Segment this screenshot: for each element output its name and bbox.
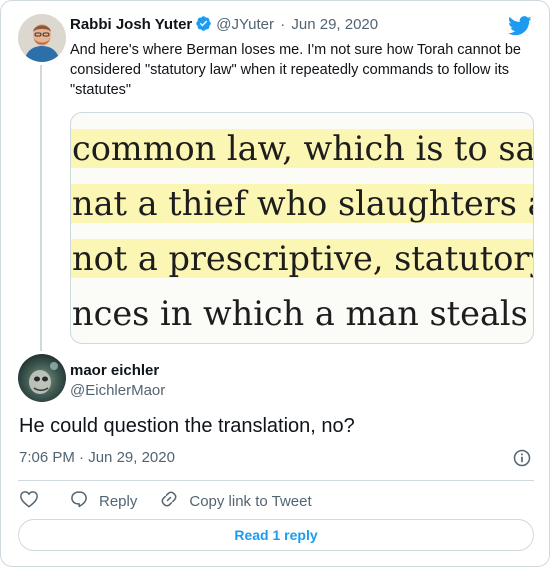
header-separator: ·	[280, 16, 286, 33]
image-text-line: nat a thief who slaughters a	[71, 184, 534, 223]
tweet-actions-bar: Reply Copy link to Tweet	[19, 489, 312, 513]
reply-date: Jun 29, 2020	[88, 449, 175, 466]
copy-link-label: Copy link to Tweet	[189, 492, 312, 510]
like-button[interactable]	[19, 489, 39, 513]
reply-tweet-text: He could question the translation, no?	[19, 415, 355, 437]
quoted-tweet-text: And here's where Berman loses me. I'm no…	[70, 42, 521, 98]
info-icon[interactable]	[512, 448, 532, 473]
image-text-line: nces in which a man steals a	[72, 294, 534, 333]
reply-author-name[interactable]: maor eichler	[70, 362, 165, 379]
tweet-embed-card: Rabbi Josh Yuter @JYuter · Jun 29, 2020 A…	[0, 0, 550, 567]
meta-separator: ·	[79, 449, 85, 466]
image-text-line: common law, which is to say	[71, 129, 534, 168]
quoted-author-avatar[interactable]	[18, 14, 66, 62]
reply-button[interactable]: Reply	[69, 489, 137, 513]
link-icon	[159, 489, 189, 513]
thread-connector-line	[40, 65, 42, 351]
image-text-line: not a prescriptive, statutory	[71, 239, 534, 278]
divider	[18, 480, 534, 481]
reply-icon	[69, 489, 99, 513]
copy-link-button[interactable]: Copy link to Tweet	[159, 489, 312, 513]
reply-timestamp[interactable]: 7:06 PM · Jun 29, 2020	[19, 449, 175, 466]
reply-author-handle[interactable]: @EichlerMaor	[70, 382, 165, 399]
verified-badge-icon	[195, 15, 212, 36]
quoted-tweet-date[interactable]: Jun 29, 2020	[291, 16, 378, 33]
quoted-tweet-image[interactable]: common law, which is to say nat a thief …	[70, 112, 534, 344]
reply-time: 7:06 PM	[19, 449, 75, 466]
reply-button-label: Reply	[99, 492, 138, 510]
reply-author-block: maor eichler @EichlerMaor	[70, 362, 165, 399]
twitter-bird-icon[interactable]	[508, 15, 532, 42]
heart-icon	[19, 489, 39, 513]
quoted-author-name[interactable]: Rabbi Josh Yuter	[70, 16, 192, 33]
quoted-tweet-header: Rabbi Josh Yuter @JYuter · Jun 29, 2020	[70, 15, 378, 36]
read-replies-button[interactable]: Read 1 reply	[18, 519, 534, 551]
quoted-author-handle[interactable]: @JYuter	[216, 16, 274, 33]
reply-author-avatar[interactable]	[18, 354, 66, 402]
